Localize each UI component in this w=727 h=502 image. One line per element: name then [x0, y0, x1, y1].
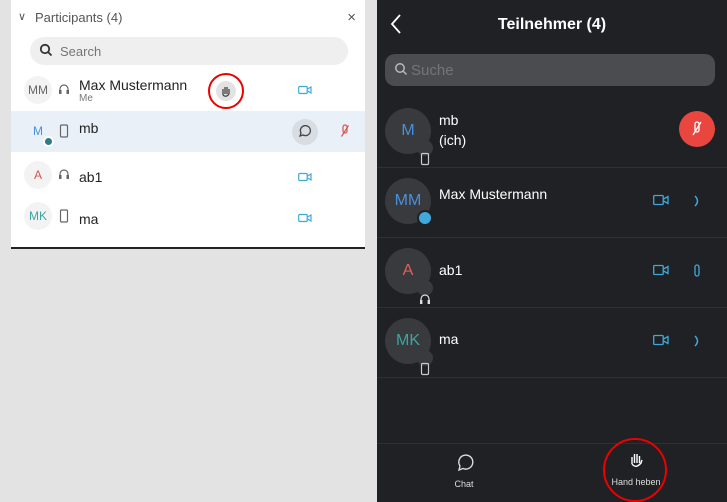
avatar: MK — [385, 318, 433, 376]
search-icon — [39, 43, 53, 57]
chat-button[interactable]: Chat — [442, 453, 486, 493]
headset-icon — [420, 294, 430, 304]
phone-icon — [420, 362, 430, 376]
screen-title: Teilnehmer (4) — [497, 16, 607, 33]
chevron-down-icon[interactable]: ∨ — [18, 10, 26, 23]
muted-mic-icon — [692, 121, 702, 136]
status-badge — [417, 210, 433, 226]
avatar: MK — [24, 202, 52, 230]
participant-row[interactable]: MM Max Mustermann Me — [11, 70, 365, 111]
phone-icon — [59, 209, 69, 223]
close-icon[interactable]: × — [347, 9, 356, 26]
avatar: MM — [385, 178, 433, 226]
search-input[interactable] — [60, 42, 330, 60]
avatar: M — [385, 108, 433, 166]
avatar-initials: M — [401, 122, 415, 139]
video-icon[interactable] — [298, 213, 312, 223]
participant-name: Max Mustermann — [79, 77, 188, 93]
raise-hand-button[interactable]: Hand heben — [607, 449, 665, 495]
participant-subtitle: (ich) — [439, 132, 467, 148]
participant-name: Max Mustermann — [439, 186, 548, 202]
participant-subtitle: Me — [79, 93, 93, 104]
video-icon[interactable] — [653, 194, 669, 206]
chat-label: Chat — [454, 479, 474, 489]
device-badge — [417, 280, 433, 304]
participant-row[interactable]: A ab1 — [377, 238, 727, 308]
avatar: A — [24, 161, 52, 189]
avatar: A — [385, 248, 433, 304]
mobile-participants-screen: Teilnehmer (4) M mb (ich) MM Max Musterm… — [377, 0, 727, 502]
search-input[interactable] — [411, 61, 691, 79]
avatar-initials: MM — [394, 192, 422, 209]
status-dot — [43, 136, 54, 147]
participant-name: mb — [439, 112, 459, 128]
chat-button[interactable] — [292, 119, 318, 145]
search-icon — [395, 63, 408, 76]
bottom-toolbar: Chat Hand heben — [377, 438, 727, 502]
video-icon[interactable] — [653, 334, 669, 346]
avatar-initials: M — [33, 124, 43, 138]
participant-row[interactable]: MM Max Mustermann — [377, 168, 727, 238]
participant-name: ab1 — [79, 169, 103, 185]
participant-row[interactable]: MK ma — [11, 196, 365, 237]
highlight-circle — [208, 73, 244, 109]
phone-icon — [59, 124, 69, 138]
speaking-icon — [694, 195, 699, 207]
participant-name: ma — [439, 331, 459, 347]
participant-row[interactable]: M mb (ich) — [377, 98, 727, 168]
video-icon[interactable] — [653, 264, 669, 276]
panel-header: ∨ Participants (4) × — [11, 7, 365, 29]
video-icon[interactable] — [298, 172, 312, 182]
hand-icon — [631, 454, 643, 467]
participant-row[interactable]: MK ma — [377, 308, 727, 378]
chat-icon — [298, 124, 312, 138]
participant-name: mb — [79, 120, 99, 136]
participant-name: ma — [79, 211, 99, 227]
desktop-participants-panel: ∨ Participants (4) × MM Max Mustermann M… — [11, 0, 365, 249]
headset-icon — [59, 169, 69, 179]
avatar: MM — [24, 76, 52, 104]
video-icon[interactable] — [298, 85, 312, 95]
raise-hand-label: Hand heben — [611, 477, 661, 487]
participant-row[interactable]: M mb — [11, 111, 365, 152]
panel-title: Participants (4) — [35, 10, 123, 25]
avatar-initials: A — [402, 262, 414, 279]
avatar-initials: MK — [396, 332, 420, 349]
mute-button[interactable] — [679, 111, 715, 147]
chat-icon — [457, 454, 474, 472]
mic-icon[interactable] — [692, 263, 702, 279]
participant-row[interactable]: A ab1 — [11, 155, 365, 196]
device-badge — [417, 350, 433, 376]
muted-mic-icon[interactable] — [341, 124, 349, 138]
search-box[interactable] — [30, 37, 348, 65]
avatar: M — [24, 117, 54, 147]
search-box[interactable] — [385, 54, 715, 86]
speaking-icon — [694, 335, 699, 347]
device-badge — [417, 140, 433, 166]
participant-name: ab1 — [439, 262, 463, 278]
headset-icon — [59, 84, 69, 94]
phone-icon — [420, 152, 430, 166]
